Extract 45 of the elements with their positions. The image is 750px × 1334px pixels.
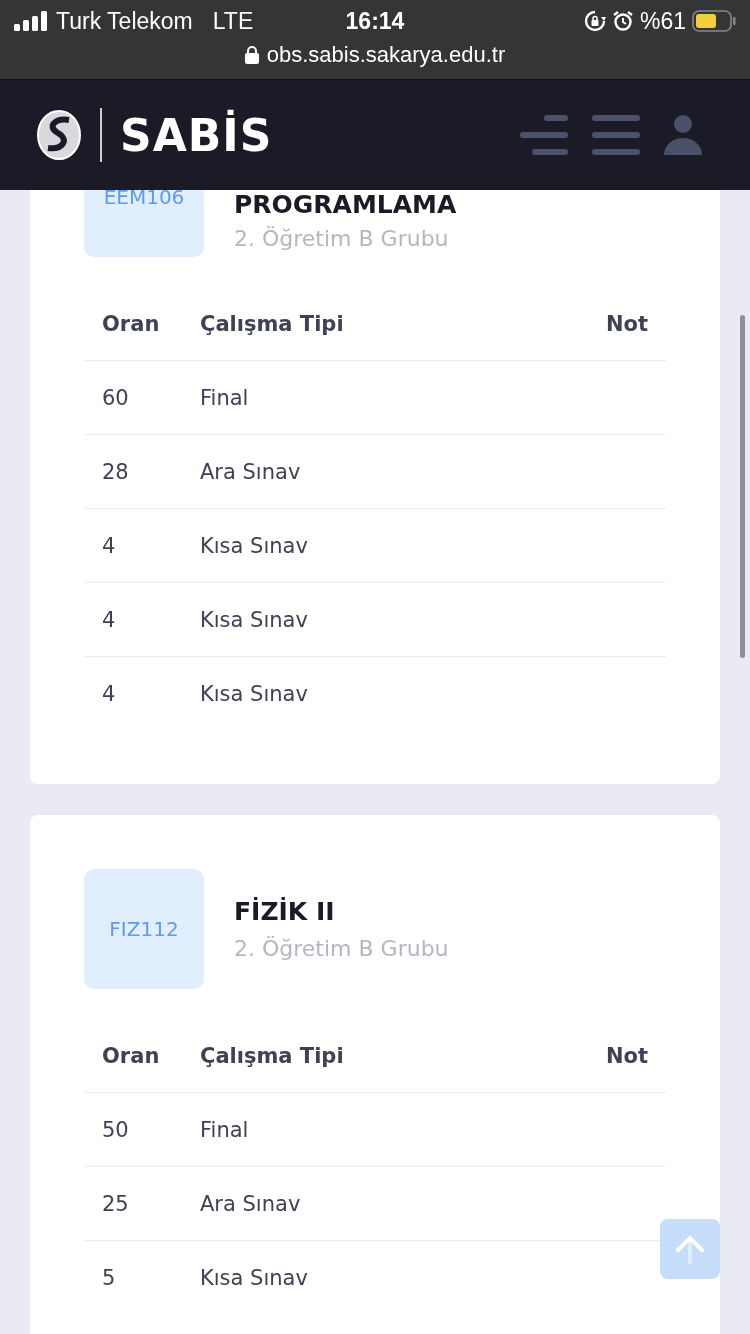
- table-cell-text: 4: [101, 533, 117, 558]
- lock-icon: [244, 46, 259, 64]
- table-cell-text: Ara Sınav: [200, 1191, 302, 1216]
- course-group: 2. Öğretim B Grubu: [234, 936, 449, 961]
- table-cell-text: 28: [101, 459, 130, 484]
- table-cell-text: Kısa Sınav: [200, 681, 309, 706]
- course-title: PROGRAMLAMA: [234, 190, 457, 219]
- table-cell-text: Kısa Sınav: [200, 607, 309, 632]
- table-cell-text: 4: [101, 681, 117, 706]
- course-group: 2. Öğretim B Grubu: [234, 226, 457, 252]
- column-header: Oran: [101, 311, 161, 336]
- table-cell-text: 50: [101, 1117, 130, 1142]
- battery-icon: [692, 10, 736, 32]
- column-header: Not: [605, 1043, 649, 1068]
- table-cell-text: Kısa Sınav: [200, 533, 309, 558]
- rotation-lock-icon: [583, 10, 606, 32]
- table-cell-text: Ara Sınav: [200, 459, 302, 484]
- menu-icon[interactable]: [592, 115, 640, 155]
- column-header: Oran: [101, 1043, 161, 1068]
- column-header: Not: [605, 311, 649, 336]
- logo-text: SABİS: [120, 109, 273, 161]
- scrollbar[interactable]: [740, 315, 745, 658]
- table-cell-text: Kısa Sınav: [200, 1265, 309, 1290]
- column-header: Çalışma Tipi: [200, 1043, 345, 1068]
- course-code: FIZ112: [84, 869, 204, 989]
- clock-time: 16:14: [345, 7, 405, 35]
- battery-percent: %61: [639, 7, 686, 35]
- scroll-to-top-button[interactable]: [660, 1219, 720, 1279]
- carrier-name: Turk Telekom: [56, 7, 193, 35]
- url-text[interactable]: obs.sabis.sakarya.edu.tr: [266, 42, 506, 68]
- logo-icon: [36, 108, 82, 162]
- table-cell-text: 60: [101, 385, 130, 410]
- table-cell-text: Final: [200, 1117, 250, 1142]
- menu-icon[interactable]: [520, 115, 568, 155]
- user-icon[interactable]: [664, 115, 702, 155]
- table-cell-text: 25: [101, 1191, 130, 1216]
- table-cell-text: 5: [101, 1265, 117, 1290]
- network-type: LTE: [212, 7, 254, 35]
- table-cell-text: 4: [101, 607, 117, 632]
- logo-divider: [100, 108, 102, 162]
- table-cell-text: Final: [200, 385, 250, 410]
- course-title: FİZİK II: [234, 897, 336, 926]
- column-header: Çalışma Tipi: [200, 311, 345, 336]
- signal-icon: [14, 11, 48, 31]
- alarm-icon: [611, 10, 634, 32]
